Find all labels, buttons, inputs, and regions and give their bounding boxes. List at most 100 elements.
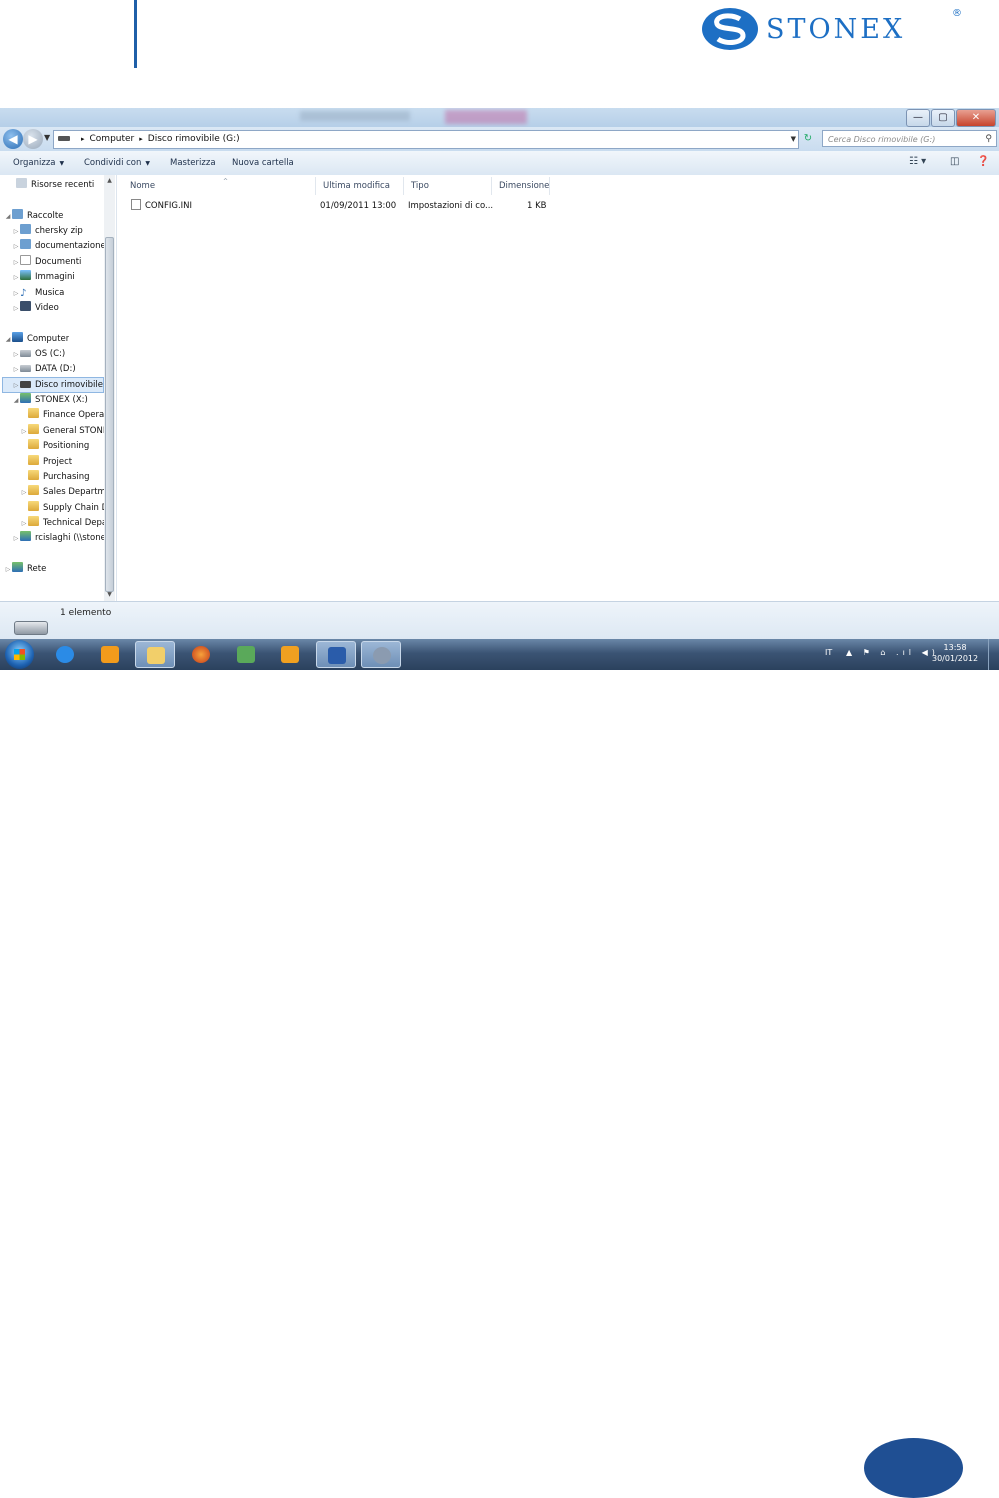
breadcrumb-removable-drive[interactable]: Disco rimovibile (G:)	[148, 134, 240, 144]
firefox-icon[interactable]	[181, 641, 221, 668]
details-pane: 1 elemento	[0, 601, 999, 640]
address-dropdown-icon[interactable]: ▼	[791, 131, 796, 148]
column-header-modified[interactable]: Ultima modifica	[316, 177, 404, 195]
network-drive-icon	[20, 393, 31, 403]
registered-mark: ®	[952, 8, 962, 19]
library-icon	[12, 209, 23, 219]
nav-item-project[interactable]: Project	[20, 455, 104, 469]
folder-icon	[28, 501, 39, 511]
address-bar[interactable]: ▸ Computer ▸ Disco rimovibile (G:) ▼	[53, 130, 799, 149]
scroll-up-icon[interactable]: ▲	[104, 177, 115, 184]
back-button[interactable]: ◀	[3, 129, 23, 149]
taskbar: IT ▲ ⚑ ⌂ .ıl ◀) 13:58 30/01/2012	[0, 639, 999, 670]
nav-item-computer[interactable]: ◢ Computer	[4, 332, 69, 346]
column-header-type[interactable]: Tipo	[404, 177, 492, 195]
forward-button[interactable]: ▶	[23, 129, 43, 149]
messenger-icon[interactable]	[226, 641, 266, 668]
nav-item-drive-d[interactable]: ▷ DATA (D:)	[12, 362, 76, 376]
ini-file-icon	[131, 199, 141, 210]
language-indicator[interactable]: IT	[825, 648, 832, 657]
nav-item-chersky[interactable]: ▷ chersky zip	[12, 224, 83, 238]
word-icon[interactable]	[316, 641, 356, 668]
satellite-icon[interactable]	[361, 641, 401, 668]
nav-item-network[interactable]: ▷ Rete	[4, 562, 46, 576]
new-folder-button[interactable]: Nuova cartella	[232, 158, 294, 168]
close-button[interactable]: ✕	[956, 109, 996, 127]
scroll-thumb[interactable]	[105, 237, 114, 592]
image-icon	[20, 270, 31, 280]
network-icon	[12, 562, 23, 572]
outlook-icon[interactable]	[270, 641, 310, 668]
history-dropdown-icon[interactable]: ▼	[44, 133, 50, 142]
maximize-button[interactable]: ▢	[931, 109, 955, 127]
media-player-icon[interactable]	[90, 641, 130, 668]
music-icon: ♪	[20, 287, 31, 299]
recent-icon	[16, 178, 27, 188]
nav-item-documentazione[interactable]: ▷ documentazione	[12, 239, 106, 253]
navigation-pane: Risorse recenti ◢ Raccolte ▷ chersky zip ▷…	[0, 175, 117, 601]
folder-icon	[28, 516, 39, 526]
explorer-icon[interactable]	[135, 641, 175, 668]
nav-scrollbar[interactable]: ▲ ▼	[104, 175, 115, 601]
column-header-size[interactable]: Dimensione	[492, 177, 550, 195]
nav-item-video[interactable]: ▷ Video	[12, 301, 59, 315]
view-options-icon[interactable]: ☷ ▾	[909, 156, 926, 167]
clock[interactable]: 13:58 30/01/2012	[932, 642, 978, 664]
address-row: ◀ ▶ ▼ ▸ Computer ▸ Disco rimovibile (G:) ▼ …	[0, 127, 999, 151]
nav-item-libraries[interactable]: ◢ Raccolte	[4, 209, 63, 223]
clock-date: 30/01/2012	[932, 654, 979, 663]
nav-item-finance[interactable]: Finance Operat	[20, 408, 104, 422]
file-list: Nome ^ Ultima modifica Tipo Dimensione CO…	[117, 175, 999, 601]
nav-item-removable-drive[interactable]: ▷ Disco rimovibile	[2, 377, 104, 393]
header-rule	[134, 0, 137, 68]
search-input[interactable]: Cerca Disco rimovibile (G:) ⚲	[822, 130, 997, 147]
explorer-window: — ▢ ✕ ◀ ▶ ▼ ▸ Computer ▸ Disco rimovibile (…	[0, 108, 999, 670]
nav-item-recent[interactable]: Risorse recenti	[8, 178, 94, 192]
nav-item-positioning[interactable]: Positioning	[20, 439, 104, 453]
file-name[interactable]: CONFIG.INI	[131, 199, 192, 213]
folder-icon	[28, 455, 39, 465]
nav-item-purchasing[interactable]: Purchasing	[20, 470, 104, 484]
removable-drive-icon	[20, 381, 31, 388]
drive-icon	[58, 136, 70, 141]
folder-icon	[28, 408, 39, 418]
share-button[interactable]: Condividi con ▼	[84, 158, 150, 168]
item-count: 1 elemento	[60, 608, 112, 618]
sort-arrow-icon: ^	[223, 178, 229, 185]
clock-time: 13:58	[943, 643, 967, 652]
folder-icon	[28, 470, 39, 480]
tray-icons[interactable]: ▲ ⚑ ⌂ .ıl ◀)	[846, 648, 939, 657]
minimize-button[interactable]: —	[906, 109, 930, 127]
folder-icon	[28, 439, 39, 449]
windows-logo-icon	[14, 649, 25, 660]
nav-item-music[interactable]: ▷ ♪ Musica	[12, 286, 64, 300]
internet-explorer-icon[interactable]	[45, 641, 85, 668]
help-icon[interactable]: ❓	[977, 156, 989, 167]
start-button[interactable]	[5, 640, 34, 669]
nav-item-documents[interactable]: ▷ Documenti	[12, 255, 81, 269]
organize-button[interactable]: Organizza ▼	[13, 158, 64, 168]
command-bar: Organizza ▼ Condividi con ▼ Masterizza Nuo…	[0, 151, 999, 176]
nav-item-sales[interactable]: ▷Sales Departme	[20, 485, 104, 499]
nav-item-technical[interactable]: ▷ Technical Depa	[20, 516, 104, 530]
library-icon	[20, 239, 31, 249]
nav-item-supply-chain[interactable]: Supply Chain D	[20, 501, 104, 515]
refresh-icon[interactable]: ↻	[800, 131, 816, 147]
folder-icon	[28, 485, 39, 495]
burn-button[interactable]: Masterizza	[170, 158, 216, 168]
nav-item-general[interactable]: ▷ General STONE	[20, 424, 104, 438]
nav-item-images[interactable]: ▷ Immagini	[12, 270, 75, 284]
nav-item-drive-c[interactable]: ▷ OS (C:)	[12, 347, 66, 361]
show-desktop-button[interactable]	[988, 639, 999, 670]
removable-drive-icon	[14, 621, 48, 635]
nav-item-stonex-drive[interactable]: ◢ STONEX (X:)	[12, 393, 88, 407]
stonex-logo: STONEX ®	[700, 6, 965, 52]
column-header-name[interactable]: Nome ^	[123, 177, 316, 195]
title-bar: — ▢ ✕	[0, 108, 999, 127]
nav-item-rcislaghi[interactable]: ▷ rcislaghi (\\stone	[12, 531, 104, 545]
preview-pane-icon[interactable]: ◫	[950, 156, 959, 167]
search-icon[interactable]: ⚲	[985, 131, 992, 148]
breadcrumb-computer[interactable]: Computer	[90, 134, 135, 144]
scroll-down-icon[interactable]: ▼	[104, 591, 115, 598]
stonex-s-icon	[702, 8, 758, 50]
